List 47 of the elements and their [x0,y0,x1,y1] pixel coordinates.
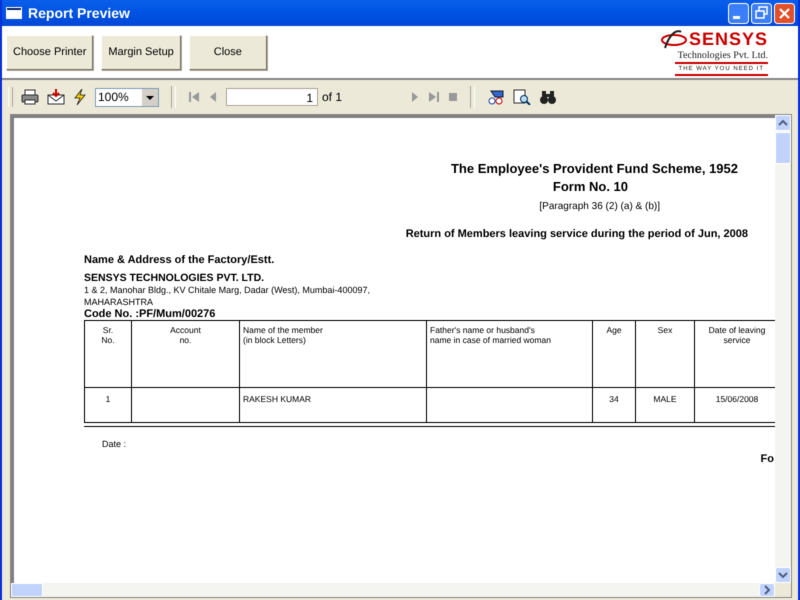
close-button[interactable]: Close [188,34,267,70]
column-header: Age [592,320,636,388]
paragraph-reference: [Paragraph 36 (2) (a) & (b)] [539,200,660,214]
company-name: SENSYS TECHNOLOGIES PVT. LTD. [84,272,266,284]
column-header: Father's name or husband's name in case of married woman [426,320,592,388]
table-cell: RAKESH KUMAR [240,388,426,422]
printer-icon[interactable] [21,89,39,105]
period-text: Return of Members leaving service during the period of Jun, 2008 [404,228,748,240]
page-number-field[interactable]: 1 [226,88,318,106]
horizontal-scrollbar[interactable] [11,583,775,597]
table-cell: 34 [592,388,636,422]
table-cell: 1 [84,388,132,422]
scroll-thumb[interactable] [775,132,791,164]
margin-setup-button[interactable]: Margin Setup [101,34,181,70]
column-header: Account no. [132,320,240,388]
code-number: Code No. :PF/Mum/00276 [84,308,216,320]
window-icon [6,6,22,20]
report-title: The Employee's Provident Fund Scheme, 1952 [450,160,738,178]
scroll-down-button[interactable] [775,567,791,583]
cut-text: Fo [760,453,774,465]
table-cell: MALE [636,388,694,422]
column-header: Sex [636,320,694,388]
logo-name: SENSYS [688,30,768,48]
binoculars-icon[interactable] [539,89,558,105]
scroll-up-button[interactable] [775,115,791,131]
vertical-scrollbar[interactable] [775,115,791,583]
column-header: Sr. No. [84,320,132,388]
close-button[interactable] [774,2,795,24]
magnifier-page-icon[interactable] [513,89,532,105]
column-header: Name of the member (in block Letters) [240,320,426,388]
restore-button[interactable] [751,2,772,24]
address-line: MAHARASHTRA [84,296,154,308]
page-count: of 1 [322,90,342,104]
address-line: 1 & 2, Manohar Bldg., KV Chitale Marg, Dadar (West), Mumbai-400097, [84,284,371,296]
logo-subtitle: Technologies Pvt. Ltd. [678,50,768,62]
address-heading: Name & Address of the Factory/Estt. [84,254,276,266]
swoosh-icon [660,28,687,50]
choose-printer-button[interactable]: Choose Printer [6,34,94,70]
date-label: Date : [102,439,126,451]
minimize-button[interactable] [728,2,749,24]
zoom-dropdown[interactable]: 100% [95,88,159,106]
envelope-icon[interactable] [47,89,65,105]
lightning-icon[interactable] [73,89,87,105]
scroll-thumb[interactable] [11,583,43,597]
form-number: Form No. 10 [552,178,628,196]
scroll-right-button[interactable] [759,583,775,597]
window-title: Report Preview [28,5,131,21]
